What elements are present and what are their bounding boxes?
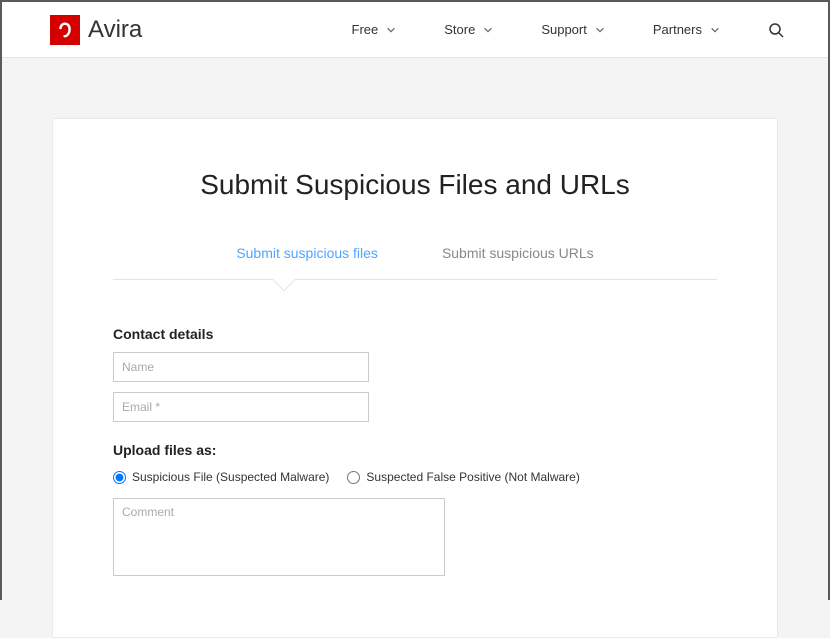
brand-text: Avira: [88, 16, 142, 44]
nav-support[interactable]: Support: [541, 22, 605, 37]
search-button[interactable]: [768, 22, 784, 38]
chevron-down-icon: [595, 25, 605, 35]
radio-suspicious-file[interactable]: Suspicious File (Suspected Malware): [113, 470, 329, 484]
email-field[interactable]: [113, 392, 369, 422]
tab-submit-files[interactable]: Submit suspicious files: [236, 245, 378, 279]
nav-label: Free: [352, 22, 379, 37]
page-title: Submit Suspicious Files and URLs: [113, 169, 717, 201]
chevron-down-icon: [386, 25, 396, 35]
chevron-down-icon: [710, 25, 720, 35]
tab-submit-urls[interactable]: Submit suspicious URLs: [442, 245, 594, 279]
tab-bar: Submit suspicious files Submit suspiciou…: [113, 245, 717, 280]
main-nav: Free Store Support Partners: [352, 22, 785, 38]
chevron-down-icon: [483, 25, 493, 35]
nav-store[interactable]: Store: [444, 22, 493, 37]
avira-logo-icon: [50, 15, 80, 45]
radio-falsepos-input[interactable]: [347, 471, 360, 484]
nav-partners[interactable]: Partners: [653, 22, 720, 37]
tab-label: Submit suspicious files: [236, 245, 378, 261]
upload-type-group: Suspicious File (Suspected Malware) Susp…: [113, 470, 717, 484]
contact-details-heading: Contact details: [113, 326, 717, 342]
radio-label: Suspicious File (Suspected Malware): [132, 470, 329, 484]
nav-label: Support: [541, 22, 587, 37]
nav-free[interactable]: Free: [352, 22, 397, 37]
name-field[interactable]: [113, 352, 369, 382]
content-card: Submit Suspicious Files and URLs Submit …: [52, 118, 778, 638]
nav-label: Partners: [653, 22, 702, 37]
radio-label: Suspected False Positive (Not Malware): [366, 470, 579, 484]
header: Avira Free Store Support Partners: [2, 2, 828, 58]
upload-heading: Upload files as:: [113, 442, 717, 458]
search-icon: [768, 22, 784, 38]
page-body: Submit Suspicious Files and URLs Submit …: [2, 58, 828, 638]
radio-false-positive[interactable]: Suspected False Positive (Not Malware): [347, 470, 579, 484]
radio-suspicious-input[interactable]: [113, 471, 126, 484]
tab-label: Submit suspicious URLs: [442, 245, 594, 261]
logo[interactable]: Avira: [50, 15, 142, 45]
comment-field[interactable]: [113, 498, 445, 576]
nav-label: Store: [444, 22, 475, 37]
